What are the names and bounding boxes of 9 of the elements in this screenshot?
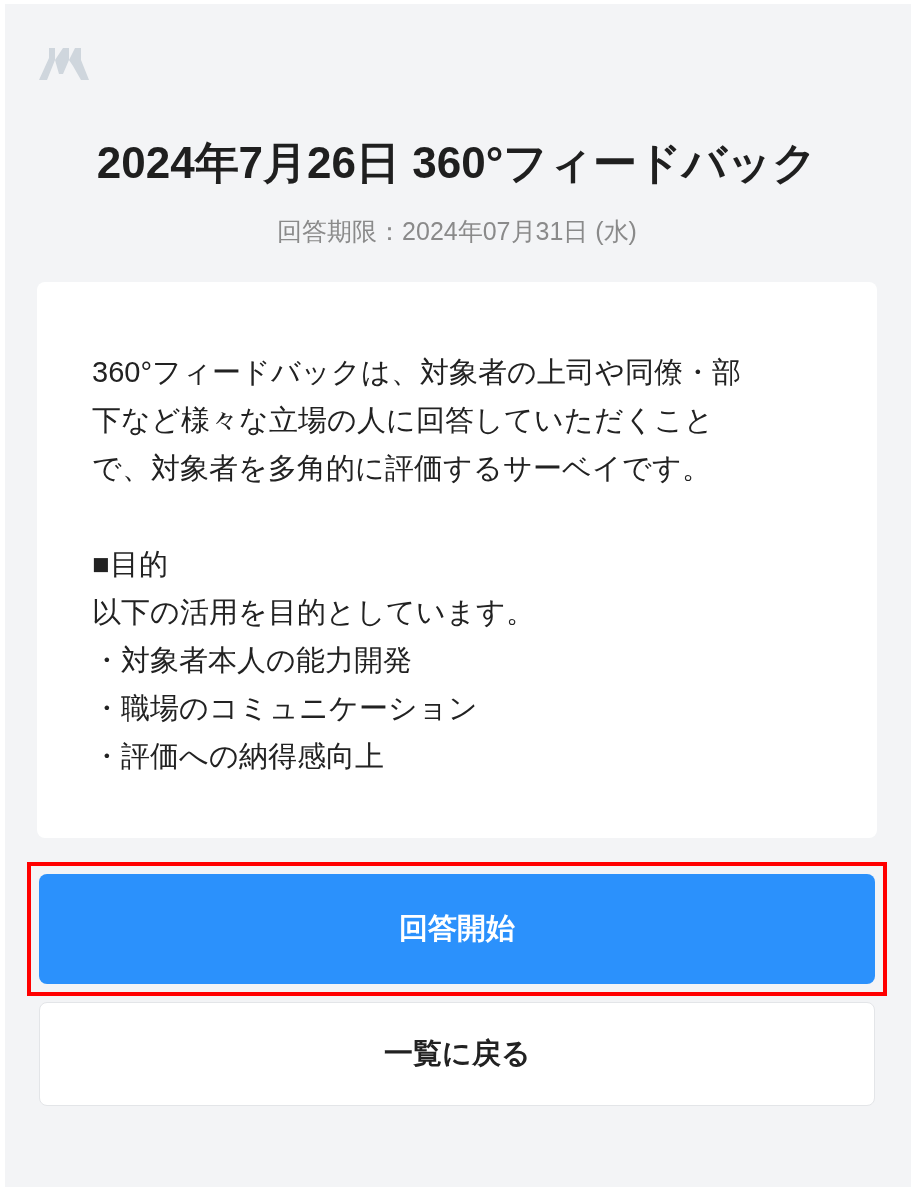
page-title: 2024年7月26日 360°フィードバック [95, 137, 819, 189]
back-button[interactable]: 一覧に戻る [39, 1002, 875, 1106]
purpose-item: ・評価への納得感向上 [92, 739, 385, 774]
purpose-intro: 以下の活用を目的としています。 [92, 595, 536, 630]
intro-paragraph: 360°フィードバックは、対象者の上司や同僚・部下など様々な立場の人に回答していただくことで、対象者を多角的に評価するサーベイです。 [92, 355, 742, 486]
purpose-item: ・対象者本人の能力開発 [92, 643, 413, 678]
deadline-text: 回答期限：2024年07月31日 (水) [276, 216, 638, 247]
purpose-item: ・職場のコミュニケーション [92, 691, 479, 726]
purpose-heading: ■目的 [92, 547, 169, 582]
